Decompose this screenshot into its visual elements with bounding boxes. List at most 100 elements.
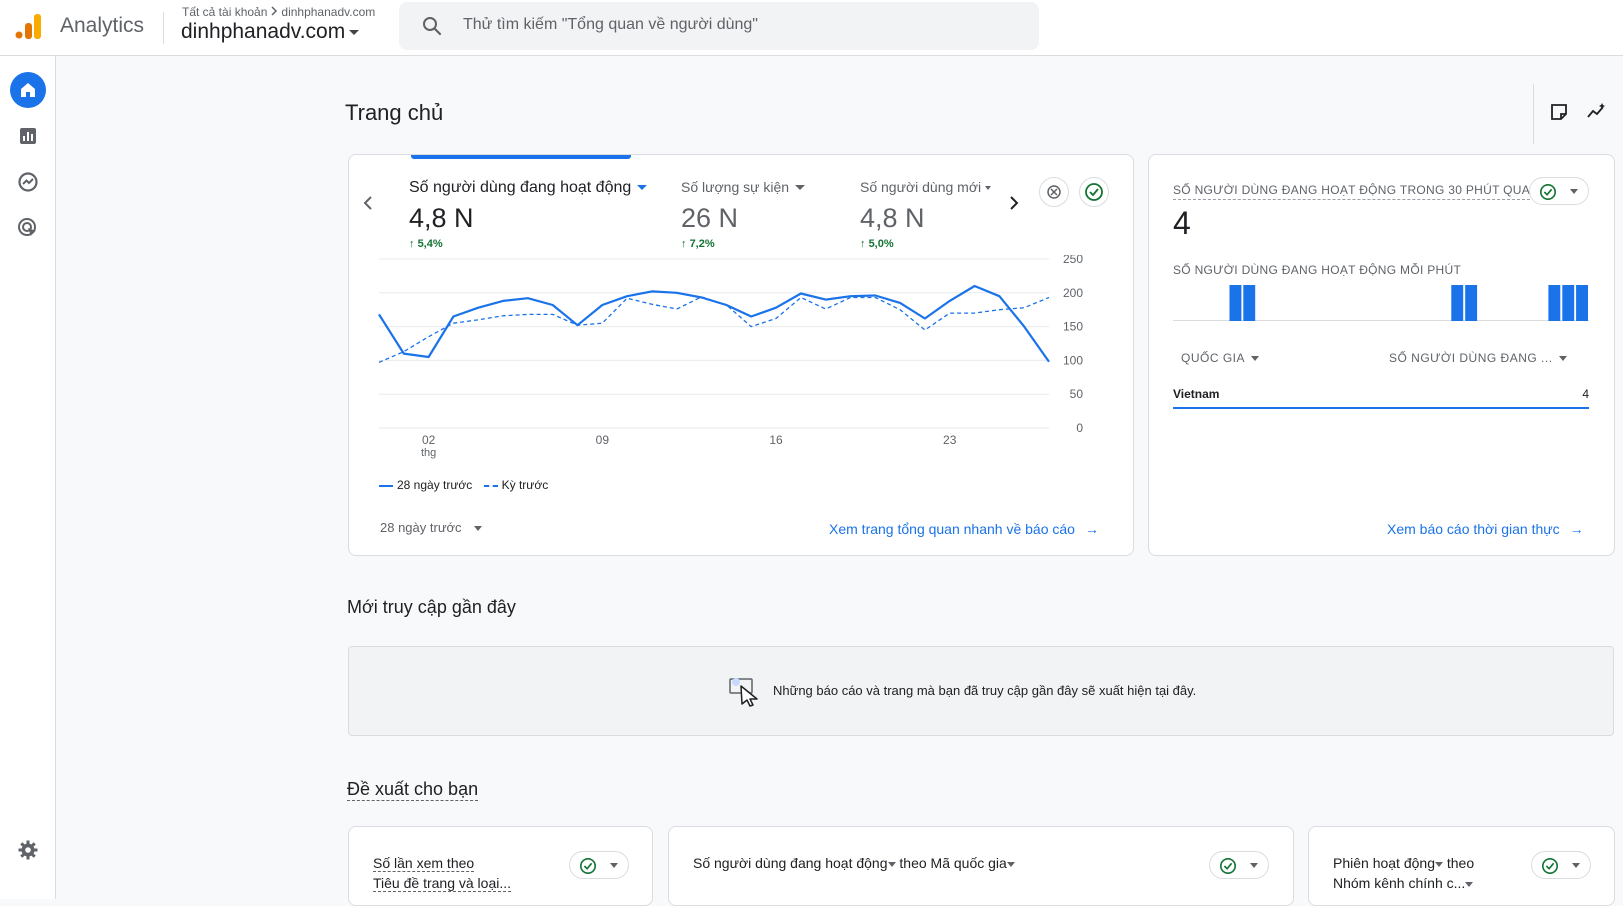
suggestion-card[interactable]: Số người dùng đang hoạt động theo Mã quố…: [668, 826, 1294, 906]
reports-icon: [20, 128, 36, 144]
realtime-options-button[interactable]: [1529, 177, 1589, 205]
x-tick-label: 16: [769, 433, 783, 447]
caret-down-icon[interactable]: [1006, 861, 1015, 867]
page-title: Trang chủ: [345, 100, 444, 125]
suggestion-options-button[interactable]: [1531, 851, 1591, 879]
check-circle-icon: [1219, 857, 1237, 875]
caret-down-icon[interactable]: [1465, 881, 1474, 887]
cursor-click-icon: [729, 677, 763, 712]
metric-delta: ↑ 5,0%: [860, 238, 894, 250]
y-tick-label: 200: [1063, 286, 1083, 300]
recent-empty-text: Những báo cáo và trang mà bạn đã truy cậ…: [773, 683, 1197, 698]
breadcrumb-root[interactable]: Tất cả tài khoản: [182, 5, 267, 19]
suggestion-dimension[interactable]: Mã quốc gia: [931, 855, 1007, 871]
minute-bar[interactable]: [1229, 285, 1242, 321]
arrow-up-icon: ↑: [409, 238, 418, 250]
per-minute-bar-chart: [1173, 285, 1589, 321]
property-selector[interactable]: dinhphanadv.com: [181, 20, 360, 44]
nav-reports-button[interactable]: [10, 118, 46, 154]
suggestion-dimension[interactable]: Tiêu đề trang và loại...: [373, 875, 512, 892]
arrow-up-icon: ↑: [860, 238, 869, 250]
page-tools: [1533, 84, 1623, 144]
caret-down-icon: [637, 185, 648, 191]
suggestion-metric[interactable]: Số lần xem theo: [373, 855, 475, 872]
caret-down-icon: [473, 526, 482, 532]
column-country[interactable]: QUỐC GIA: [1181, 351, 1260, 365]
chevron-left-icon[interactable]: [361, 193, 375, 218]
nav-settings-button[interactable]: [10, 832, 46, 868]
search-bar[interactable]: Thử tìm kiếm "Tổng quan về người dùng": [399, 2, 1039, 50]
suggestion-options-button[interactable]: [1209, 851, 1269, 879]
caret-down-icon: [349, 29, 360, 35]
minute-bar[interactable]: [1243, 285, 1256, 321]
caret-down-icon: [1251, 356, 1260, 362]
search-icon: [421, 15, 443, 42]
minute-bar[interactable]: [1562, 285, 1575, 321]
suggestion-metric[interactable]: Số người dùng đang hoạt động: [693, 855, 888, 871]
suggestion-metric[interactable]: Phiên hoạt động: [1333, 855, 1435, 871]
check-circle-icon: [1541, 857, 1559, 875]
minute-bar[interactable]: [1548, 285, 1561, 321]
row-country: Vietnam: [1173, 387, 1220, 401]
metric-label: Số người dùng mới: [860, 179, 982, 195]
gear-icon: [18, 840, 38, 860]
metric-label: Số người dùng đang hoạt động: [409, 179, 632, 196]
legend-solid-key: [379, 484, 393, 487]
insights-icon[interactable]: [1586, 102, 1608, 127]
metric-active-users[interactable]: Số người dùng đang hoạt động 4,8 N ↑ 5,4…: [409, 179, 648, 250]
chevron-right-icon[interactable]: [1007, 193, 1021, 218]
suggestion-options-button[interactable]: [569, 851, 629, 879]
suggestions-title[interactable]: Đề xuất cho bạn: [347, 779, 479, 801]
notes-icon[interactable]: [1549, 102, 1569, 127]
search-placeholder: Thử tìm kiếm "Tổng quan về người dùng": [463, 16, 758, 33]
anomaly-button[interactable]: [1039, 177, 1069, 207]
check-circle-icon: [1539, 183, 1557, 201]
suggestion-card-title: Phiên hoạt động theo Nhóm kênh chính c..…: [1333, 853, 1474, 893]
caret-down-icon[interactable]: [887, 861, 896, 867]
metric-delta: ↑ 5,4%: [409, 238, 443, 250]
suggestions-title-text: Đề xuất cho bạn: [347, 779, 479, 801]
metric-label: Số lượng sự kiện: [681, 179, 790, 195]
line-chart: 0 50 100 150 200 250 02 09 16 23 thg: [378, 255, 1083, 459]
column-active-users[interactable]: SỐ NGƯỜI DÙNG ĐANG ...: [1389, 351, 1567, 365]
nav-advertising-button[interactable]: [10, 210, 46, 246]
nav-explore-button[interactable]: [10, 164, 46, 200]
date-range-selector[interactable]: 28 ngày trước: [380, 520, 482, 535]
row-users: 4: [1582, 387, 1589, 401]
suggestion-dimension[interactable]: Nhóm kênh chính c...: [1333, 875, 1465, 891]
suggestion-card[interactable]: Số lần xem theo Tiêu đề trang và loại...: [348, 826, 653, 906]
date-range-label: 28 ngày trước: [380, 520, 462, 535]
breadcrumb[interactable]: Tất cả tài khoản dinhphanadv.com: [182, 5, 375, 19]
caret-down-icon: [1558, 356, 1567, 362]
breadcrumb-child[interactable]: dinhphanadv.com: [281, 5, 375, 19]
metric-event-count[interactable]: Số lượng sự kiện 26 N ↑ 7,2%: [681, 179, 806, 250]
realtime-report-link[interactable]: Xem báo cáo thời gian thực →: [1387, 521, 1584, 537]
property-name: dinhphanadv.com: [181, 20, 346, 43]
x-tick-label: 23: [943, 433, 957, 447]
analytics-logo-icon[interactable]: [14, 12, 42, 40]
y-tick-label: 150: [1063, 320, 1083, 334]
x-tick-sublabel: thg: [421, 447, 436, 459]
y-tick-label: 100: [1063, 353, 1083, 367]
minute-bar[interactable]: [1576, 285, 1588, 321]
anomaly-icon: [1047, 185, 1061, 199]
data-quality-button[interactable]: [1079, 177, 1109, 207]
suggestion-connector: theo: [1446, 855, 1475, 871]
suggestion-card[interactable]: Phiên hoạt động theo Nhóm kênh chính c..…: [1308, 826, 1615, 906]
minute-bar[interactable]: [1451, 285, 1464, 321]
legend-dashed-key: [483, 484, 498, 487]
advertising-icon: [18, 218, 36, 236]
nav-home-button[interactable]: [10, 72, 46, 108]
caret-down-icon[interactable]: [1434, 861, 1443, 867]
metric-value: 4,8 N: [409, 203, 474, 233]
caret-down-icon: [1572, 863, 1580, 868]
check-circle-icon: [1085, 183, 1103, 201]
arrow-right-icon: →: [1569, 521, 1584, 537]
realtime-title[interactable]: SỐ NGƯỜI DÙNG ĐANG HOẠT ĐỘNG TRONG 30 PH…: [1173, 183, 1531, 200]
realtime-value: 4: [1173, 205, 1191, 241]
minute-bar[interactable]: [1465, 285, 1478, 321]
metric-new-users[interactable]: Số người dùng mới 4,8 N ↑ 5,0%: [860, 179, 992, 250]
x-tick-label: 09: [596, 433, 610, 447]
selected-tab-indicator: [411, 155, 631, 159]
overview-report-link[interactable]: Xem trang tổng quan nhanh về báo cáo →: [829, 521, 1099, 537]
